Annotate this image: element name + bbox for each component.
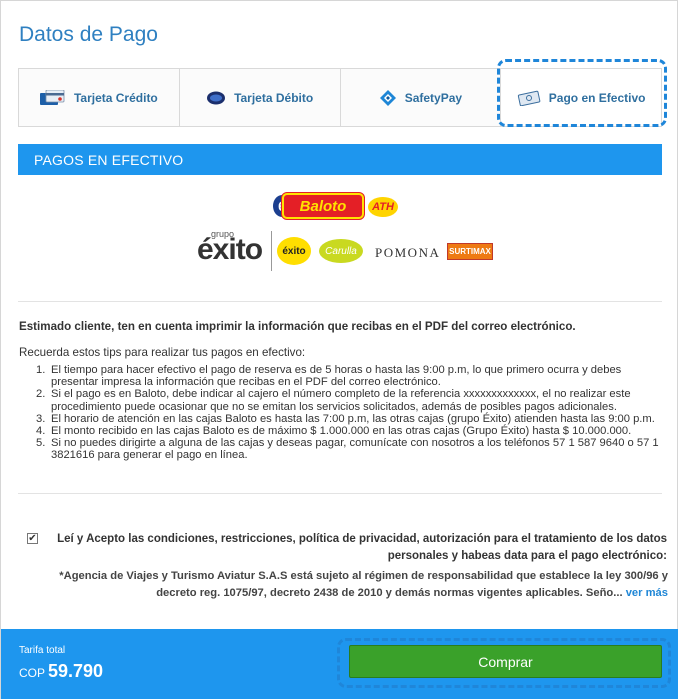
list-item: 3. El horario de atención en las cajas Ba… [36, 412, 655, 425]
tab-credit-card-label: Tarjeta Crédito [73, 90, 158, 105]
debit-card-icon [206, 90, 226, 106]
tab-debit-card-label: Tarjeta Débito [234, 90, 314, 105]
total-fare-amount: COP 59.790 [19, 661, 103, 682]
see-more-link[interactable]: ver más [626, 587, 668, 599]
tab-safetypay[interactable]: SafetyPay [341, 69, 502, 126]
list-item: 2. Si el pago es en Baloto, debe indicar … [36, 388, 631, 413]
credit-card-icon [39, 89, 66, 106]
print-notice: Estimado cliente, ten en cuenta imprimir… [19, 320, 576, 333]
payment-points-logos: 6 Baloto ATH grupo éxito éxito Carulla P… [123, 189, 563, 279]
legal-disclaimer: *Agencia de Viajes y Turismo Aviatur S.A… [19, 568, 668, 602]
currency-code: COP [19, 666, 46, 680]
ath-logo: ATH [368, 197, 398, 217]
tab-credit-card[interactable]: Tarjeta Crédito [19, 69, 180, 126]
terms-row: ✔ Leí y Acepto las condiciones, restricc… [27, 531, 667, 565]
active-tab-highlight [497, 59, 667, 127]
buy-button-highlight [337, 638, 671, 688]
amount-value: 59.790 [48, 661, 104, 681]
divider [18, 301, 662, 302]
legal-text: *Agencia de Viajes y Turismo Aviatur S.A… [59, 570, 668, 599]
tips-intro: Recuerda estos tips para realizar tus pa… [19, 346, 306, 359]
page-title: Datos de Pago [19, 23, 158, 46]
list-item: 1. El tiempo para hacer efectivo el pago … [36, 364, 622, 389]
terms-text: Leí y Acepto las condiciones, restriccio… [57, 533, 667, 562]
tab-safetypay-label: SafetyPay [404, 90, 463, 105]
surtimax-logo: SURTIMAX [447, 243, 493, 260]
divider [18, 493, 662, 494]
carulla-logo: Carulla [319, 239, 363, 263]
pomona-logo: POMONA [375, 245, 441, 260]
terms-checkbox[interactable]: ✔ [27, 533, 38, 544]
list-item: 5. Si no puedes dirigirte a alguna de las… [36, 437, 659, 462]
tab-debit-card[interactable]: Tarjeta Débito [180, 69, 341, 126]
total-fare-label: Tarifa total [19, 645, 66, 656]
section-heading: PAGOS EN EFECTIVO [18, 144, 662, 175]
exito-logo: éxito [277, 237, 311, 265]
payment-panel: Datos de Pago Tarjeta Crédito Tarjeta Dé… [0, 0, 678, 699]
tips-list: 1. El tiempo para hacer efectivo el pago … [19, 364, 661, 462]
list-item: 4. El monto recibido en las cajas Baloto … [36, 425, 632, 438]
logo-divider [271, 231, 272, 271]
baloto-logo: Baloto [282, 193, 364, 219]
grupo-exito-logo: éxito [197, 233, 263, 266]
safetypay-icon [379, 89, 397, 107]
